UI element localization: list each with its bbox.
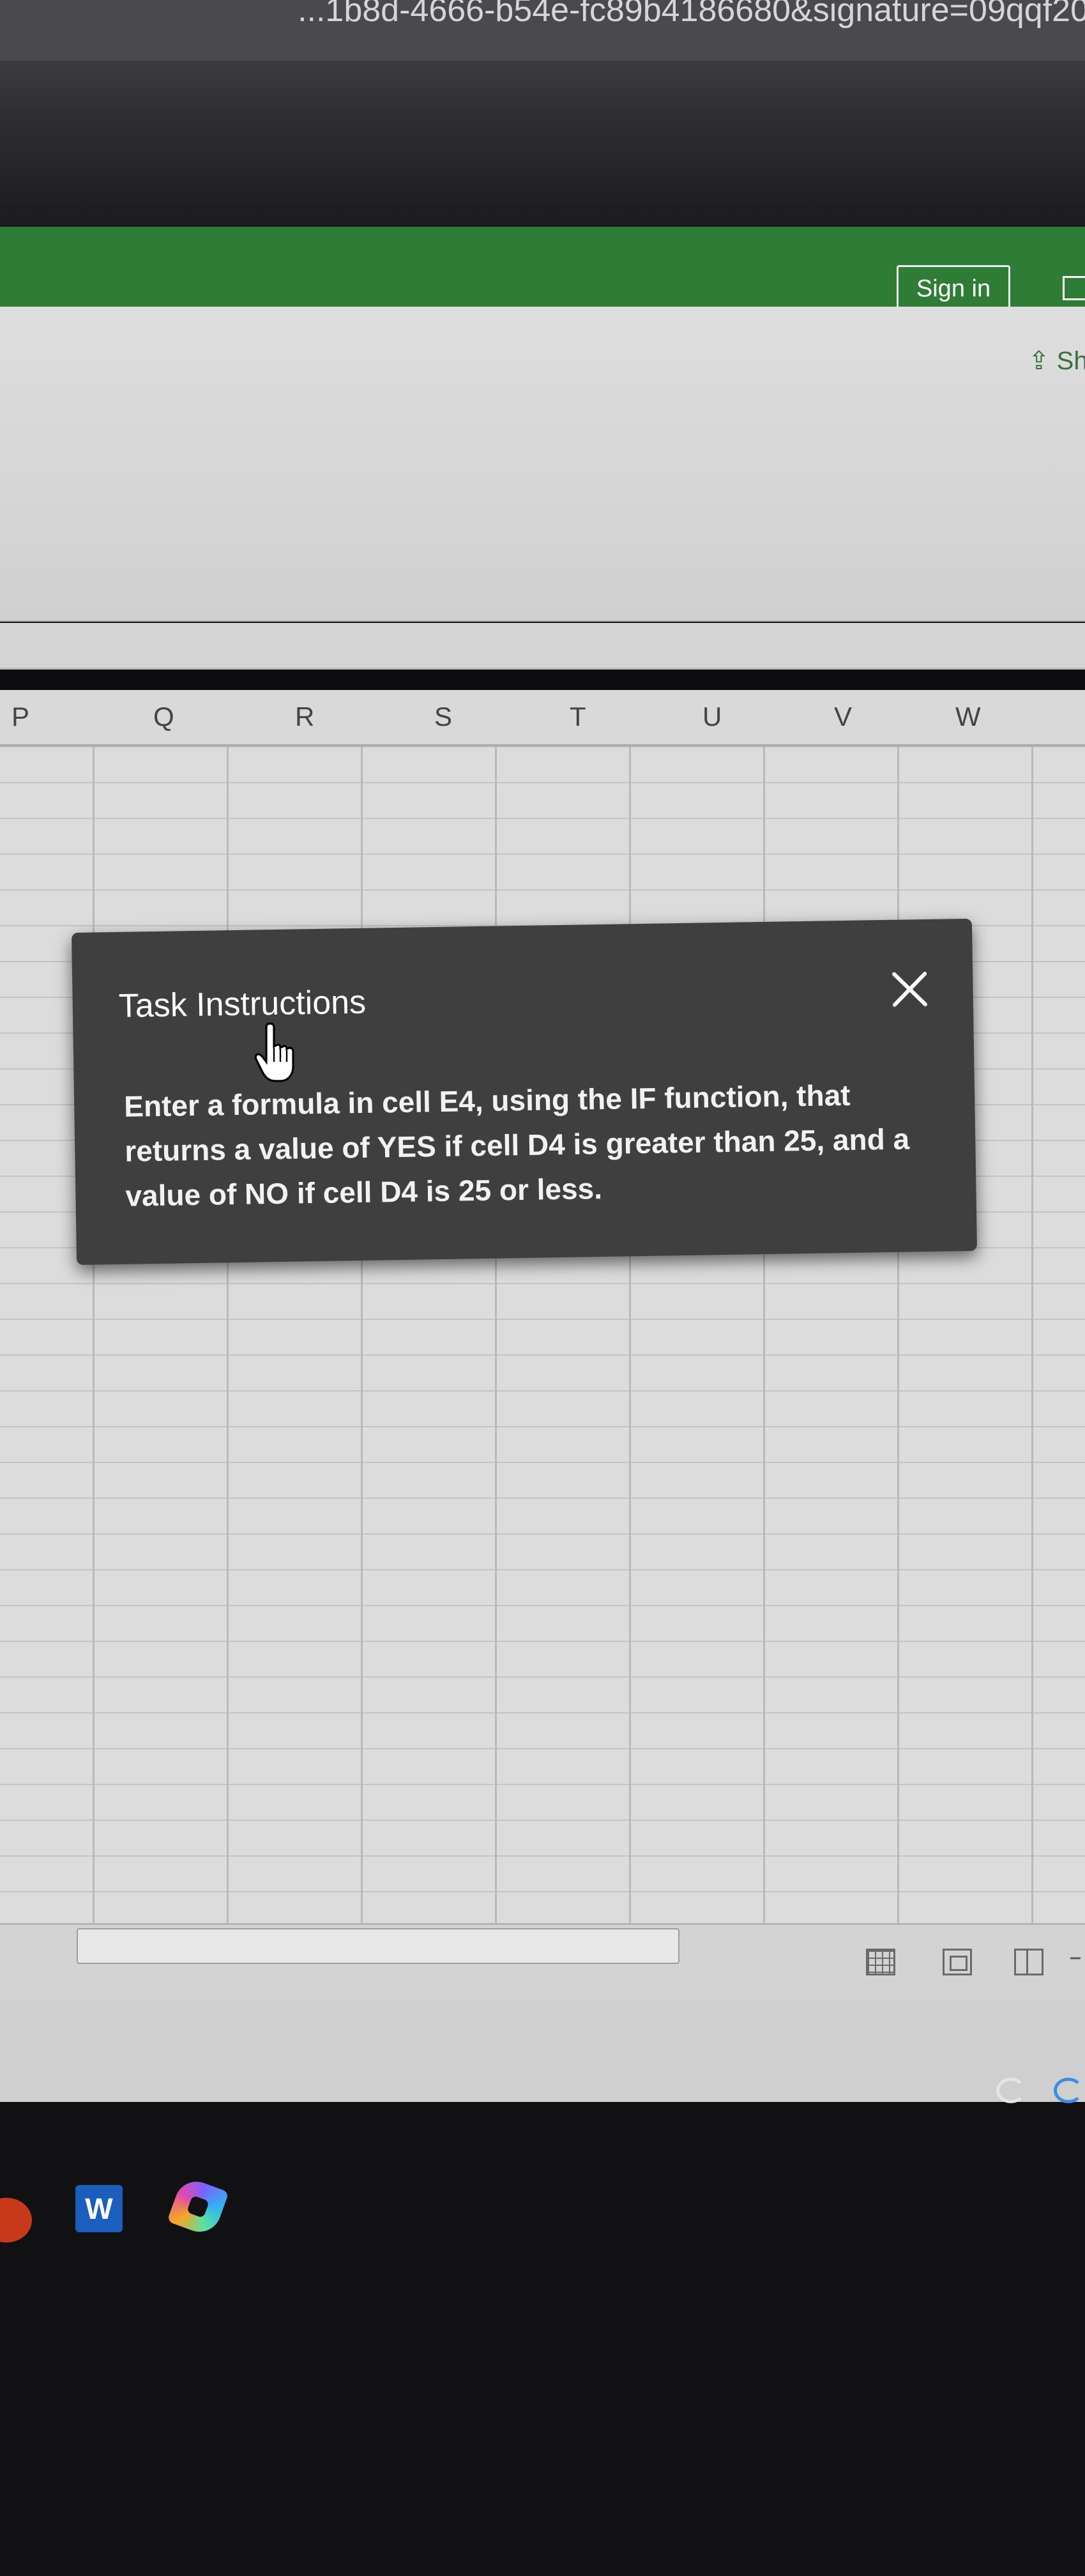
- column-header-v[interactable]: V: [834, 702, 852, 732]
- dialog-instructions-text: Enter a formula in cell E4, using the IF…: [123, 1078, 910, 1213]
- column-header-s[interactable]: S: [434, 702, 452, 732]
- zoom-out-icon[interactable]: –: [1069, 1942, 1082, 1972]
- browser-url-bar[interactable]: ...1b8d-4666-b54e-fc89b4186680&signature…: [0, 0, 1085, 61]
- close-icon[interactable]: [888, 968, 931, 1011]
- column-header-r[interactable]: R: [295, 702, 314, 732]
- column-header-q[interactable]: Q: [153, 702, 174, 732]
- status-input-field[interactable]: [77, 1928, 679, 1964]
- browser-chrome: [0, 61, 1085, 227]
- dialog-title: Task Instructions: [118, 983, 367, 1025]
- tray-chevron-icon[interactable]: ‹: [926, 2085, 960, 2096]
- page-break-view-icon[interactable]: [1014, 1949, 1043, 1975]
- word-app-icon[interactable]: W: [75, 2185, 123, 2232]
- share-button[interactable]: ⇪ Sh: [1028, 346, 1085, 376]
- normal-view-icon[interactable]: [866, 1949, 895, 1975]
- status-bar: [0, 2000, 1085, 2102]
- onedrive-cloud-icon[interactable]: [996, 2078, 1026, 2103]
- hand-cursor-icon: [254, 1022, 294, 1082]
- formula-bar[interactable]: [0, 623, 1085, 670]
- url-text: ...1b8d-4666-b54e-fc89b4186680&signature…: [298, 0, 1085, 29]
- page-layout-view-icon[interactable]: [943, 1949, 972, 1975]
- column-header-w[interactable]: W: [955, 702, 981, 732]
- ribbon: [0, 307, 1085, 622]
- sign-in-button[interactable]: Sign in: [897, 265, 1010, 312]
- column-header-u[interactable]: U: [702, 702, 722, 732]
- onedrive-business-cloud-icon[interactable]: [1054, 2078, 1083, 2103]
- share-label: Sh: [1056, 347, 1085, 375]
- task-instructions-dialog: Task Instructions Enter a formula in cel…: [72, 918, 977, 1265]
- present-icon[interactable]: [1063, 276, 1085, 300]
- column-header-p[interactable]: P: [11, 702, 29, 732]
- share-icon: ⇪: [1028, 347, 1050, 375]
- windows-taskbar: [0, 2102, 1085, 2576]
- column-header-t[interactable]: T: [570, 702, 586, 732]
